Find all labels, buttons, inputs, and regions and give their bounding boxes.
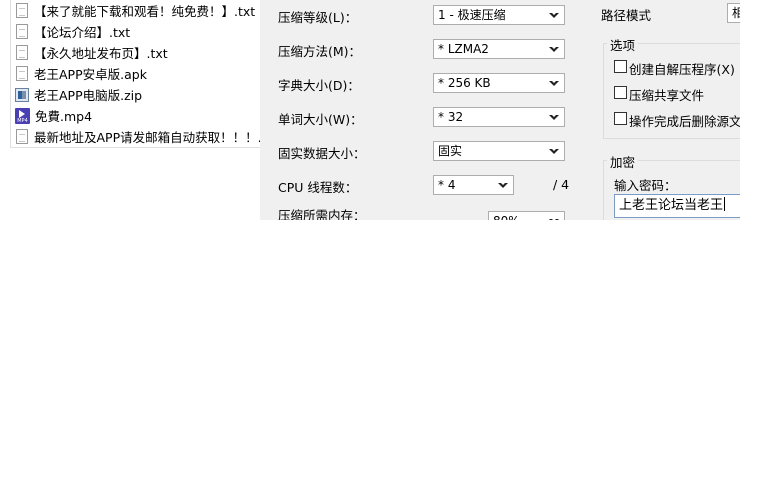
file-name: 【永久地址发布页】.txt <box>34 46 168 61</box>
file-row[interactable]: 【论坛介绍】.txt <box>11 21 260 42</box>
file-name: 老王APP安卓版.apk <box>34 67 147 82</box>
file-name: 最新地址及APP请发邮箱自动获取！！！... <box>34 130 260 145</box>
encryption-group-title: 加密 <box>607 152 639 171</box>
method-value: * LZMA2 <box>438 42 489 56</box>
word-select[interactable]: * 32 <box>433 107 565 127</box>
chevron-down-icon <box>549 80 559 86</box>
level-label: 压缩等级(L)： <box>278 10 358 25</box>
text-file-icon <box>16 24 28 39</box>
zip-archive-icon <box>15 87 29 102</box>
solid-value: 固实 <box>438 144 463 158</box>
word-label: 单词大小(W)： <box>278 112 363 127</box>
generic-file-icon <box>16 66 28 81</box>
options-group-title: 选项 <box>607 35 639 54</box>
dict-value: * 256 KB <box>438 76 491 90</box>
method-label: 压缩方法(M)： <box>278 44 362 59</box>
file-row[interactable]: 【永久地址发布页】.txt <box>11 42 260 63</box>
text-file-icon <box>16 3 28 18</box>
chevron-down-icon <box>498 182 508 188</box>
file-name: 【来了就能下载和观看！纯免费！】.txt <box>34 4 256 19</box>
path-mode-label: 路径模式 <box>601 8 652 23</box>
chevron-down-icon <box>549 114 559 120</box>
file-row[interactable]: 【来了就能下载和观看！纯免费！】.txt <box>11 0 260 21</box>
memory-select[interactable]: 80% <box>488 211 565 220</box>
chevron-down-icon <box>549 46 559 52</box>
chevron-down-icon <box>549 148 559 154</box>
screenshot-region: 【来了就能下载和观看！纯免费！】.txt 【论坛介绍】.txt 【永久地址发布页… <box>0 0 740 220</box>
password-value: 上老王论坛当老王 <box>619 198 724 213</box>
chevron-down-icon <box>549 218 559 220</box>
solid-select[interactable]: 固实 <box>433 141 565 161</box>
file-row[interactable]: 最新地址及APP请发邮箱自动获取！！！... <box>11 126 260 147</box>
text-caret <box>724 197 726 211</box>
sfx-checkbox[interactable] <box>614 60 627 73</box>
threads-label: CPU 线程数： <box>278 180 358 195</box>
file-row[interactable]: 老王APP安卓版.apk <box>11 63 260 84</box>
shared-files-label: 压缩共享文件 <box>629 88 705 103</box>
chevron-down-icon <box>549 12 559 18</box>
file-name: 【论坛介绍】.txt <box>34 25 131 40</box>
threads-max: / 4 <box>553 177 570 192</box>
password-label: 输入密码： <box>614 178 677 193</box>
delete-after-label: 操作完成后删除源文件 <box>629 114 740 129</box>
level-select[interactable]: 1 - 极速压缩 <box>433 5 565 25</box>
file-row[interactable]: 免費.mp4 <box>11 105 260 126</box>
dict-select[interactable]: * 256 KB <box>433 73 565 93</box>
password-input[interactable]: 上老王论坛当老王 <box>614 194 740 218</box>
dict-label: 字典大小(D)： <box>278 78 360 93</box>
mp4-video-icon <box>15 107 30 124</box>
path-mode-value: 相 <box>732 4 740 22</box>
word-value: * 32 <box>438 110 464 124</box>
compression-dialog: 压缩等级(L)： 1 - 极速压缩 压缩方法(M)： * LZMA2 字典大小(… <box>260 0 740 220</box>
file-list: 【来了就能下载和观看！纯免费！】.txt 【论坛介绍】.txt 【永久地址发布页… <box>10 0 260 148</box>
file-name: 老王APP电脑版.zip <box>34 88 143 103</box>
level-value: 1 - 极速压缩 <box>438 8 506 22</box>
path-mode-select[interactable]: 相 <box>727 3 740 23</box>
file-row[interactable]: 老王APP电脑版.zip <box>11 84 260 105</box>
method-select[interactable]: * LZMA2 <box>433 39 565 59</box>
threads-select[interactable]: * 4 <box>433 175 514 195</box>
threads-value: * 4 <box>438 178 456 192</box>
shared-files-checkbox[interactable] <box>614 86 627 99</box>
solid-label: 固实数据大小： <box>278 146 366 161</box>
text-file-icon <box>16 129 28 144</box>
delete-after-checkbox[interactable] <box>614 112 627 125</box>
memory-value: 80% <box>493 212 520 220</box>
memory-label: 压缩所需内存： <box>278 208 366 220</box>
file-name: 免費.mp4 <box>35 109 93 124</box>
text-file-icon <box>16 45 28 60</box>
sfx-label: 创建自解压程序(X) <box>629 62 735 77</box>
